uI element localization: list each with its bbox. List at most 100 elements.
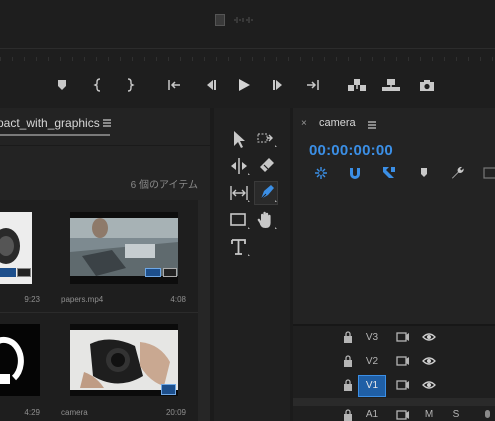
camera-icon [420,80,434,91]
go-to-out-button[interactable] [305,77,321,93]
clip-name: papers.mp4 [61,295,104,304]
mark-out-icon [127,78,135,92]
sync-lock-icon[interactable] [396,379,410,391]
step-back-button[interactable] [202,77,218,93]
add-marker-button[interactable] [416,165,432,181]
timeline-header-area [293,196,495,324]
overwrite-button[interactable] [381,77,401,93]
ripple-edit-tool[interactable] [228,155,250,177]
monitor-scrub-line[interactable] [0,48,495,49]
track-label[interactable]: V2 [362,356,382,367]
wrench-icon [452,166,464,179]
eye-icon[interactable] [422,379,436,391]
eye-icon[interactable] [422,331,436,343]
panel-menu-icon[interactable] [102,118,112,128]
captions-icon [483,167,495,179]
rectangle-tool[interactable] [228,209,250,231]
clip-duration: 20:09 [165,408,186,417]
video-audio-divider[interactable] [293,398,495,406]
step-forward-icon [273,80,282,90]
magnet-icon [350,168,360,179]
go-to-out-icon [307,80,319,90]
video-badge-icon [161,384,176,395]
project-tab[interactable]: pact_with_graphics [0,116,100,134]
marker-icon [421,168,427,177]
track-label[interactable]: V3 [362,332,382,343]
razor-tool[interactable] [255,155,277,177]
microphone-icon[interactable] [481,409,495,421]
play-icon [239,79,250,91]
clip-thumbnail[interactable] [0,324,40,396]
mark-out-button[interactable] [122,77,138,93]
rectangle-icon [230,213,250,229]
track-select-icon [257,133,277,147]
selection-tool[interactable] [228,128,250,150]
type-icon [231,239,250,256]
marker-icon [58,80,66,90]
sync-lock-icon[interactable] [396,355,410,367]
tools-panel [214,108,290,421]
video-audio-badge-icon [145,268,161,277]
linked-selection-toggle[interactable] [381,165,397,181]
hand-icon [257,211,277,229]
clip-thumbnail[interactable] [70,212,178,284]
track-label[interactable]: A1 [362,409,382,420]
track-header-v2[interactable] [293,350,495,374]
pen-tool[interactable] [254,181,278,205]
lock-icon[interactable] [341,409,355,421]
project-divider [0,145,210,146]
mark-in-button[interactable] [90,77,106,93]
track-header-v1[interactable] [293,374,495,398]
nest-icon [315,167,327,179]
solo-button[interactable]: S [446,409,466,420]
insert-button[interactable] [347,77,367,93]
go-to-in-icon [168,80,180,90]
close-tab-icon[interactable]: × [301,118,307,129]
sequence-badge-icon [17,268,31,277]
clip-duration: 9:23 [24,295,40,304]
insert-icon [348,79,366,91]
add-marker-button[interactable] [54,77,70,93]
item-count: 6 個のアイテム [130,180,198,191]
step-forward-button[interactable] [271,77,287,93]
lock-icon[interactable] [341,379,355,391]
sequence-badge-icon [163,268,177,277]
slip-icon [230,186,250,202]
play-button[interactable] [236,77,252,93]
project-scrollbar[interactable] [198,200,210,421]
sync-lock-icon[interactable] [396,409,410,421]
clip-duration: 4:08 [170,295,186,304]
clip-duration: 4:29 [24,408,40,417]
timeline-settings-button[interactable] [449,165,465,181]
snap-toggle[interactable] [347,165,363,181]
playhead-timecode[interactable]: 00:00:00:00 [309,142,393,159]
mute-button[interactable]: M [419,409,439,420]
nest-sequence-toggle[interactable] [313,165,329,181]
overwrite-icon [382,79,400,91]
monitor-view-icon[interactable] [215,14,225,26]
type-tool[interactable] [228,236,250,258]
sequence-tab[interactable]: camera [319,117,356,129]
ripple-edit-icon [231,158,250,175]
captions-button[interactable] [482,165,495,181]
video-audio-badge-icon [0,268,16,277]
export-frame-button[interactable] [419,77,435,93]
grid-divider [0,312,198,313]
slip-tool[interactable] [228,182,250,204]
razor-icon [260,158,274,172]
go-to-in-button[interactable] [166,77,182,93]
track-label[interactable]: V1 [362,380,382,391]
monitor-time-ruler[interactable] [0,57,495,61]
sync-lock-icon[interactable] [396,331,410,343]
lock-icon[interactable] [341,331,355,343]
audio-waveform-icon[interactable] [232,15,256,25]
track-header-v3[interactable] [293,326,495,350]
eye-icon[interactable] [422,355,436,367]
linked-selection-icon [383,167,395,178]
step-back-icon [207,80,216,90]
track-select-forward-tool[interactable] [255,128,277,150]
panel-menu-icon[interactable] [367,120,377,130]
lock-icon[interactable] [341,355,355,367]
selection-arrow-icon [234,131,245,148]
hand-tool[interactable] [255,209,277,231]
